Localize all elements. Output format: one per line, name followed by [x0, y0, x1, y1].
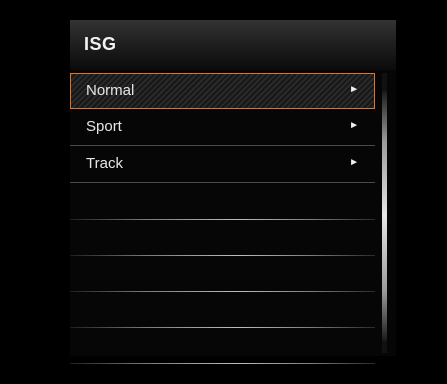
isg-menu-panel: ISG Normal ► Sport ► Track ►	[70, 20, 396, 364]
empty-row	[70, 291, 375, 328]
menu-item-sport[interactable]: Sport ►	[70, 109, 375, 146]
menu-list: Normal ► Sport ► Track ►	[70, 73, 375, 364]
menu-item-label: Sport	[86, 118, 122, 135]
menu-title: ISG	[84, 34, 117, 54]
menu-item-track[interactable]: Track ►	[70, 146, 375, 183]
empty-row	[70, 327, 375, 364]
menu-header: ISG	[70, 20, 396, 70]
scrollbar-thumb[interactable]	[382, 91, 387, 341]
empty-row	[70, 255, 375, 292]
arrow-right-icon: ►	[349, 120, 359, 131]
menu-item-label: Track	[86, 155, 123, 172]
menu-item-normal[interactable]: Normal ►	[70, 73, 375, 109]
scrollbar[interactable]	[382, 73, 387, 353]
row-divider	[70, 363, 375, 364]
arrow-right-icon: ►	[349, 157, 359, 168]
empty-row	[70, 183, 375, 220]
arrow-right-icon: ►	[349, 84, 359, 95]
menu-item-label: Normal	[86, 82, 135, 99]
empty-row	[70, 219, 375, 256]
